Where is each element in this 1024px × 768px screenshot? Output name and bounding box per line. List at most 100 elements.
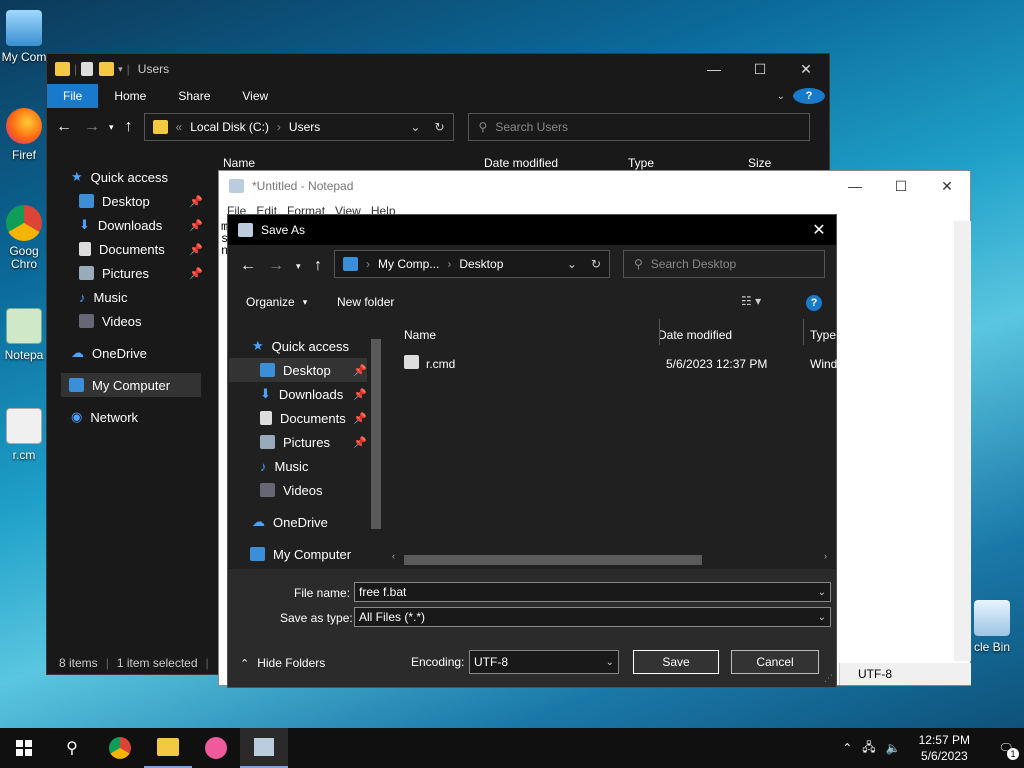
encoding-select[interactable]: UTF-8 ⌄ — [469, 650, 619, 674]
sidebar-item-videos[interactable]: Videos — [260, 478, 323, 502]
sidebar-item-network[interactable]: ◉ Network — [71, 405, 138, 429]
notepad-scrollbar[interactable] — [954, 221, 971, 661]
file-name-input[interactable]: free f.bat ⌄ — [354, 582, 831, 602]
forward-arrow-icon[interactable]: → — [81, 118, 103, 136]
sidebar-item-music[interactable]: ♪ Music — [260, 454, 308, 478]
save-as-type-select[interactable]: All Files (*.*) ⌄ — [354, 607, 831, 627]
address-segment-root[interactable]: My Comp... — [378, 257, 439, 271]
customize-toolbar-icon[interactable]: ▾ — [118, 64, 123, 75]
explorer-address-bar[interactable]: « Local Disk (C:) › Users ⌄ ↻ — [143, 113, 454, 141]
view-options-icon[interactable]: ☷ ▾ — [741, 294, 761, 308]
explorer-search-box[interactable]: ⚲ Search Users — [467, 113, 810, 141]
column-type[interactable]: Type — [628, 156, 654, 170]
organize-button[interactable]: Organize ▾ — [246, 295, 307, 309]
maximize-icon[interactable]: ☐ — [737, 54, 783, 84]
scroll-left-icon[interactable]: ‹ — [392, 551, 395, 561]
list-item[interactable]: r.cmd 5/6/2023 12:37 PM Wind — [404, 353, 837, 373]
maximize-icon[interactable]: ☐ — [878, 171, 924, 201]
desktop-icon-notepad[interactable]: Notepa — [0, 308, 48, 362]
column-type[interactable]: Type — [810, 328, 836, 342]
sidebar-item-label: Downloads — [97, 217, 163, 233]
notification-center-button[interactable]: 🗨 1 — [988, 728, 1024, 768]
refresh-icon[interactable]: ↻ — [591, 257, 601, 271]
sidebar-item-documents[interactable]: Documents — [260, 406, 346, 430]
properties-icon[interactable] — [81, 62, 94, 76]
sidebar-item-documents[interactable]: Documents — [79, 237, 165, 261]
refresh-icon[interactable]: ↻ — [434, 120, 444, 134]
forward-arrow-icon[interactable]: → — [268, 257, 284, 275]
back-arrow-icon[interactable]: ← — [53, 118, 75, 136]
sidebar-item-videos[interactable]: Videos — [79, 309, 142, 333]
new-folder-icon[interactable] — [99, 62, 115, 76]
address-segment-current[interactable]: Desktop — [459, 257, 503, 271]
sidebar-item-pictures[interactable]: Pictures — [79, 261, 149, 285]
desktop-icon-firefox[interactable]: Firef — [0, 108, 48, 162]
scroll-right-icon[interactable]: › — [824, 551, 827, 561]
desktop-icon-label: r.cm — [12, 448, 36, 462]
save-as-dialog[interactable]: Save As ✕ ← → ▾ ↑ › My Comp... › Desktop… — [227, 214, 837, 688]
column-size[interactable]: Size — [748, 156, 771, 170]
tab-view[interactable]: View — [226, 84, 284, 108]
hide-folders-button[interactable]: ⌃ Hide Folders — [240, 656, 325, 670]
sidebar-item-downloads[interactable]: ⬇ Downloads — [79, 213, 162, 237]
taskbar-chrome[interactable] — [96, 728, 144, 768]
sidebar-item-my-computer[interactable]: My Computer — [61, 373, 201, 397]
tab-share[interactable]: Share — [162, 84, 226, 108]
chevron-down-icon[interactable]: ⌄ — [567, 257, 577, 271]
chevron-down-icon[interactable]: ⌄ — [818, 587, 826, 598]
column-name[interactable]: Name — [404, 328, 436, 342]
chevron-down-icon[interactable]: ⌄ — [410, 120, 420, 134]
sidebar-item-onedrive[interactable]: ☁ OneDrive — [71, 341, 147, 365]
sidebar-item-onedrive[interactable]: ☁ OneDrive — [252, 510, 328, 534]
minimize-icon[interactable]: — — [832, 171, 878, 201]
close-icon[interactable]: ✕ — [783, 54, 829, 84]
desktop-icon-rcmd[interactable]: r.cm — [0, 408, 48, 462]
sidebar-item-downloads[interactable]: ⬇ Downloads — [260, 382, 343, 406]
navigation-pane-scrollbar[interactable] — [368, 323, 382, 563]
help-icon[interactable]: ? — [793, 84, 825, 108]
sidebar-item-desktop[interactable]: Desktop — [229, 358, 367, 382]
desktop-icon-chrome[interactable]: Goog Chro — [0, 205, 48, 271]
resize-grip-icon[interactable]: ⋰ — [824, 673, 833, 684]
tab-home[interactable]: Home — [98, 84, 162, 108]
file-list-horizontal-scrollbar[interactable]: ‹ › — [388, 551, 834, 565]
expand-ribbon-icon[interactable]: ⌄ — [769, 84, 793, 108]
close-icon[interactable]: ✕ — [924, 171, 970, 201]
taskbar-notepad[interactable] — [240, 728, 288, 768]
save-button[interactable]: Save — [633, 650, 719, 674]
dialog-titlebar[interactable]: Save As — [228, 215, 836, 245]
sidebar-item-quick-access[interactable]: ★ Quick access — [71, 165, 168, 189]
desktop-icon-my-computer[interactable]: My Com — [0, 10, 48, 64]
dialog-search-box[interactable]: ⚲ Search Desktop — [623, 250, 825, 278]
address-segment-root[interactable]: Local Disk (C:) — [190, 120, 269, 134]
sidebar-item-quick-access[interactable]: ★ Quick access — [252, 334, 349, 358]
recent-locations-icon[interactable]: ▾ — [109, 122, 114, 133]
sidebar-item-music[interactable]: ♪ Music — [79, 285, 127, 309]
up-arrow-icon[interactable]: ↑ — [120, 118, 138, 136]
new-folder-button[interactable]: New folder — [337, 295, 394, 309]
cancel-button[interactable]: Cancel — [731, 650, 819, 674]
sidebar-item-desktop[interactable]: Desktop — [79, 189, 150, 213]
sidebar-item-my-computer[interactable]: My Computer — [250, 542, 351, 566]
start-button[interactable] — [0, 728, 48, 768]
search-button[interactable]: ⚲ — [48, 728, 96, 768]
dialog-address-bar[interactable]: › My Comp... › Desktop ⌄ ↻ — [334, 250, 610, 278]
column-name[interactable]: Name — [223, 156, 255, 170]
network-icon[interactable]: 🖧 — [862, 738, 875, 759]
close-icon[interactable]: ✕ — [802, 215, 836, 245]
recent-locations-icon[interactable]: ▾ — [296, 261, 301, 272]
clock[interactable]: 12:57 PM 5/6/2023 — [911, 732, 978, 764]
tab-file[interactable]: File — [47, 84, 99, 108]
taskbar-osu[interactable] — [192, 728, 240, 768]
sidebar-item-pictures[interactable]: Pictures — [260, 430, 330, 454]
up-arrow-icon[interactable]: ↑ — [314, 257, 322, 275]
back-arrow-icon[interactable]: ← — [240, 257, 256, 275]
help-icon[interactable]: ? — [806, 295, 822, 311]
volume-icon[interactable]: 🔈 — [886, 741, 901, 755]
minimize-icon[interactable]: — — [691, 54, 737, 84]
address-segment-current[interactable]: Users — [289, 120, 320, 134]
chevron-up-icon[interactable]: ⌃ — [842, 741, 852, 755]
taskbar-file-explorer[interactable] — [144, 728, 192, 768]
column-date[interactable]: Date modified — [484, 156, 558, 170]
column-date[interactable]: Date modified — [658, 328, 732, 342]
